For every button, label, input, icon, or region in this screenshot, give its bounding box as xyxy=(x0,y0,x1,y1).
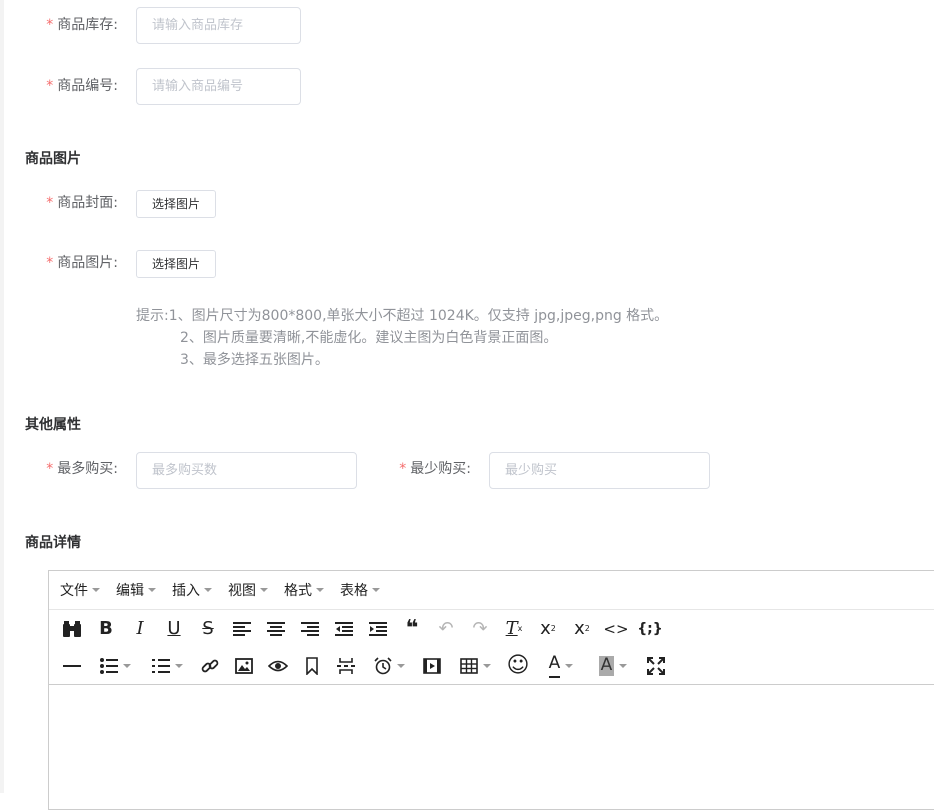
max-buy-label: * 最多购买: xyxy=(46,461,118,477)
min-buy-label: * 最少购买: xyxy=(399,461,471,477)
min-buy-input[interactable] xyxy=(489,452,710,489)
blockquote-icon[interactable]: ❝ xyxy=(395,614,429,644)
underline-icon[interactable]: U xyxy=(157,614,191,644)
align-left-icon[interactable] xyxy=(225,614,259,644)
menu-edit[interactable]: 编辑 xyxy=(108,575,164,605)
hint-line-3: 3、最多选择五张图片。 xyxy=(180,352,329,368)
superscript-icon[interactable]: x2 xyxy=(565,614,599,644)
detail-section-title: 商品详情 xyxy=(25,535,81,551)
gallery-label: * 商品图片: xyxy=(46,255,118,271)
images-section-title: 商品图片 xyxy=(25,151,81,167)
code-sample-icon[interactable]: {;} xyxy=(633,614,667,644)
image-icon[interactable] xyxy=(227,651,261,681)
numbered-list-icon[interactable] xyxy=(141,651,193,681)
caret-down-icon xyxy=(148,588,156,592)
caret-down-icon xyxy=(92,588,100,592)
caret-down-icon xyxy=(316,588,324,592)
bookmark-icon[interactable] xyxy=(295,651,329,681)
caret-down-icon xyxy=(372,588,380,592)
outdent-icon[interactable] xyxy=(327,614,361,644)
clear-format-icon[interactable]: Tx xyxy=(497,614,531,644)
editor-content-area[interactable] xyxy=(49,685,934,805)
strikethrough-icon[interactable]: S xyxy=(191,614,225,644)
editor-menubar: 文件 编辑 插入 视图 格式 表格 xyxy=(49,571,934,610)
font-color-icon[interactable]: A xyxy=(535,651,587,681)
gallery-select-button[interactable]: 选择图片 xyxy=(136,250,217,278)
code-icon[interactable]: <> xyxy=(599,614,633,644)
redo-icon[interactable]: ↷ xyxy=(463,614,497,644)
other-section-title: 其他属性 xyxy=(25,417,81,433)
find-replace-icon[interactable] xyxy=(55,614,89,644)
preview-eye-icon[interactable] xyxy=(261,651,295,681)
code-label: * 商品编号: xyxy=(46,78,118,94)
menu-file[interactable]: 文件 xyxy=(52,575,108,605)
editor-toolbar-row-2: ☺ A A xyxy=(49,647,934,685)
italic-icon[interactable]: I xyxy=(123,614,157,644)
left-strip xyxy=(0,0,4,793)
table-icon[interactable] xyxy=(449,651,501,681)
stock-input[interactable] xyxy=(136,7,301,44)
emoticon-icon[interactable]: ☺ xyxy=(501,651,535,681)
caret-down-icon xyxy=(204,588,212,592)
align-center-icon[interactable] xyxy=(259,614,293,644)
code-input[interactable] xyxy=(136,68,301,105)
hint-line-1: 提示:1、图片尺寸为800*800,单张大小不超过 1024K。仅支持 jpg,… xyxy=(136,308,669,324)
rich-text-editor: 文件 编辑 插入 视图 格式 表格 B I U S ❝ ↶ ↷ Tx x 2 x… xyxy=(48,570,934,810)
menu-format[interactable]: 格式 xyxy=(276,575,332,605)
menu-table[interactable]: 表格 xyxy=(332,575,388,605)
stock-label: * 商品库存: xyxy=(46,17,118,33)
bold-icon[interactable]: B xyxy=(89,614,123,644)
cover-select-button[interactable]: 选择图片 xyxy=(136,190,217,218)
image-hint: 提示:1、图片尺寸为800*800,单张大小不超过 1024K。仅支持 jpg,… xyxy=(136,305,668,371)
subscript-icon[interactable]: x2 xyxy=(531,614,565,644)
menu-insert[interactable]: 插入 xyxy=(164,575,220,605)
cover-label: * 商品封面: xyxy=(46,195,118,211)
max-buy-input[interactable] xyxy=(136,452,357,489)
editor-toolbar-row-1: B I U S ❝ ↶ ↷ Tx x2 x2 <> {;} xyxy=(49,610,934,647)
caret-down-icon xyxy=(122,663,131,668)
indent-icon[interactable] xyxy=(361,614,395,644)
background-color-icon[interactable]: A xyxy=(587,651,639,681)
caret-down-icon xyxy=(260,588,268,592)
caret-down-icon xyxy=(396,663,405,668)
undo-icon[interactable]: ↶ xyxy=(429,614,463,644)
media-film-icon[interactable] xyxy=(415,651,449,681)
caret-down-icon xyxy=(174,663,183,668)
align-right-icon[interactable] xyxy=(293,614,327,644)
fullscreen-icon[interactable] xyxy=(639,651,673,681)
bullet-list-icon[interactable] xyxy=(89,651,141,681)
alarm-clock-icon[interactable] xyxy=(363,651,415,681)
menu-view[interactable]: 视图 xyxy=(220,575,276,605)
caret-down-icon xyxy=(482,663,491,668)
hint-line-2: 2、图片质量要清晰,不能虚化。建议主图为白色背景正面图。 xyxy=(180,330,558,346)
horizontal-rule-icon[interactable] xyxy=(55,651,89,681)
caret-down-icon xyxy=(619,663,628,668)
page-break-icon[interactable] xyxy=(329,651,363,681)
link-icon[interactable] xyxy=(193,651,227,681)
caret-down-icon xyxy=(565,663,574,668)
